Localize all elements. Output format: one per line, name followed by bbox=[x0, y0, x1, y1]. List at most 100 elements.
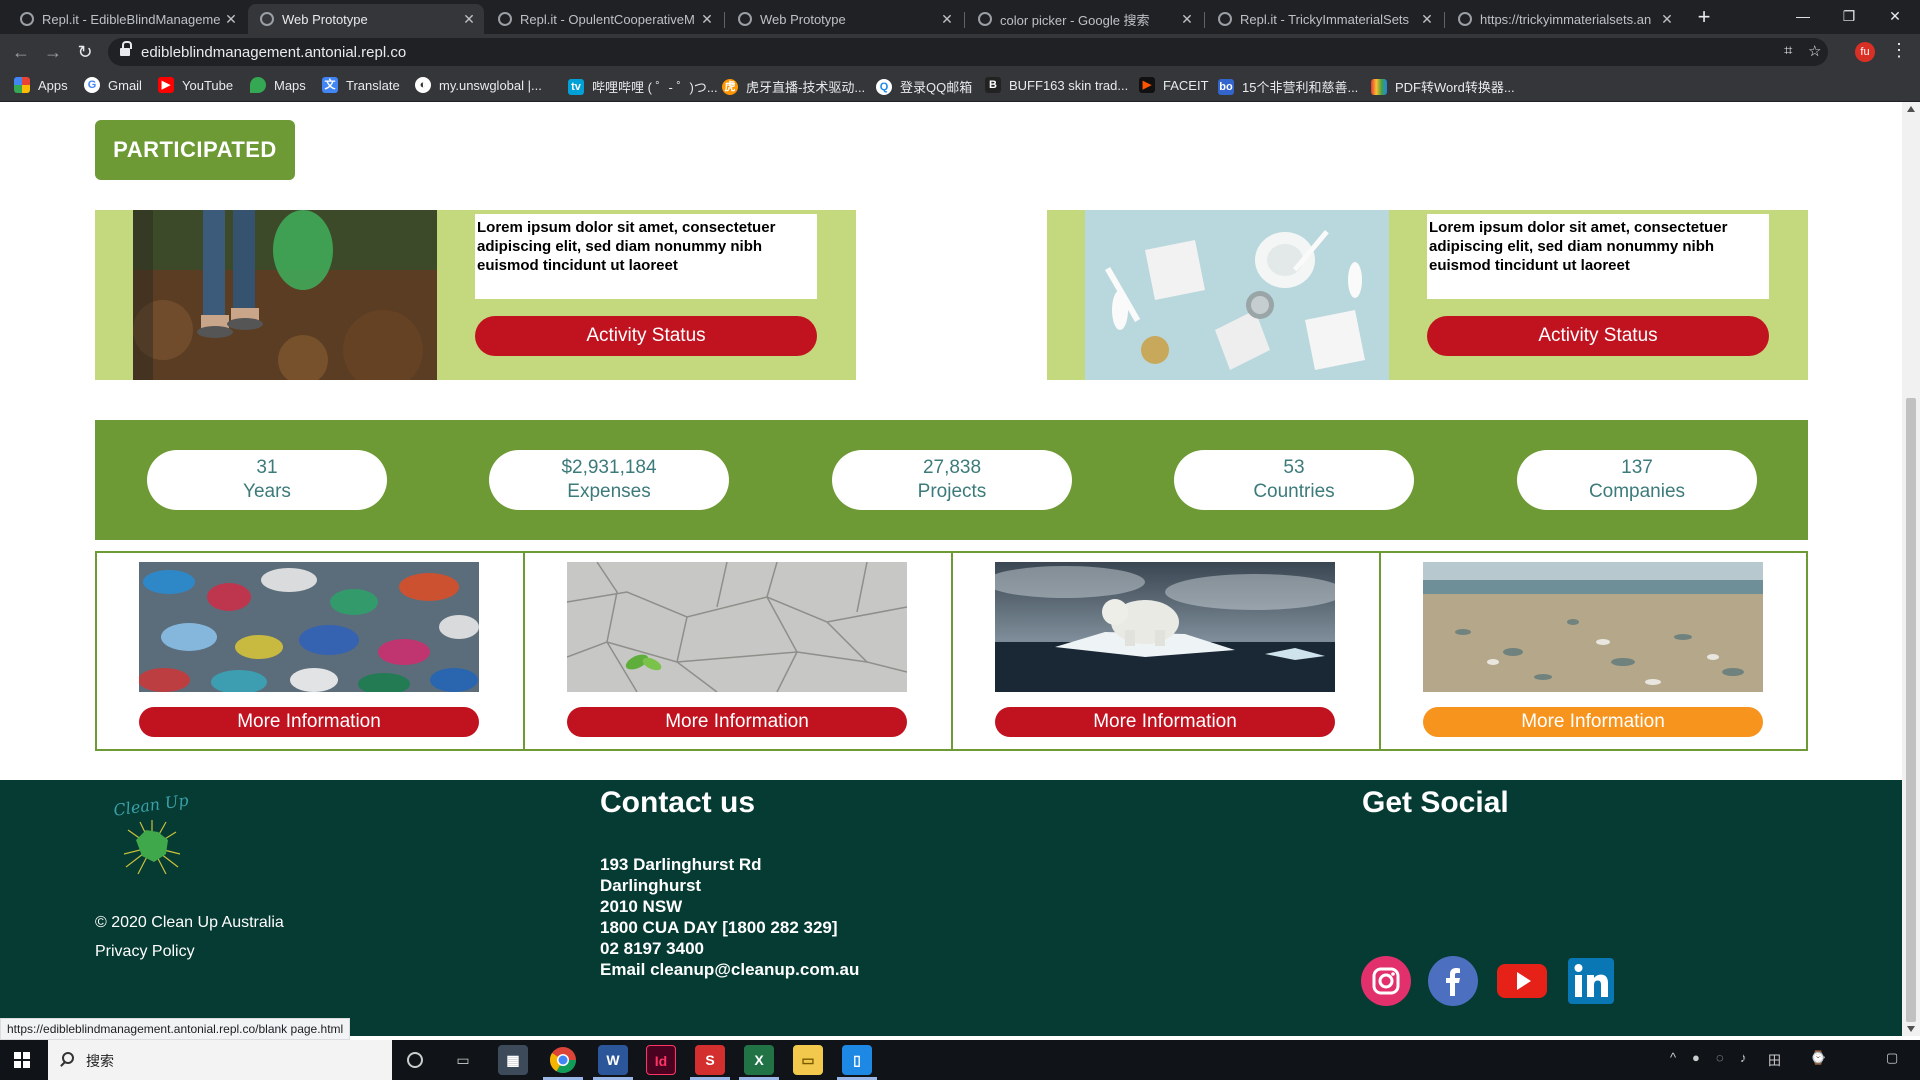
browser-tab[interactable]: Repl.it - OpulentCooperativeM ✕ bbox=[486, 4, 722, 34]
page-viewport: PARTICIPATED Lorem ipsum dolor sit amet,… bbox=[0, 102, 1902, 1036]
bookmark-bilibili[interactable]: tv 哔哩哔哩 ( ゜- ゜)つ... bbox=[568, 77, 718, 96]
browser-tab[interactable]: Repl.it - EdibleBlindManageme ✕ bbox=[8, 4, 246, 34]
notifications-icon[interactable]: ▢ bbox=[1886, 1050, 1898, 1066]
minimize-window-button[interactable]: — bbox=[1780, 2, 1826, 30]
stat-countries: 53 Countries bbox=[1174, 450, 1414, 510]
bookmark-maps[interactable]: Maps bbox=[250, 77, 306, 93]
close-tab-icon[interactable]: ✕ bbox=[1176, 11, 1198, 28]
stat-label: Countries bbox=[1253, 481, 1335, 502]
browser-tab-active[interactable]: Web Prototype ✕ bbox=[248, 4, 484, 34]
bookmark-qqmail[interactable]: Q 登录QQ邮箱 bbox=[876, 77, 972, 96]
browser-tab[interactable]: Repl.it - TrickyImmaterialSets ✕ bbox=[1206, 4, 1442, 34]
stat-expenses: $2,931,184 Expenses bbox=[489, 450, 729, 510]
youtube-icon: ▶ bbox=[158, 77, 174, 93]
excel-icon[interactable]: X bbox=[744, 1045, 774, 1075]
more-information-button[interactable]: More Information bbox=[567, 707, 907, 737]
tray-app-icon[interactable]: ● bbox=[1692, 1050, 1700, 1065]
close-tab-icon[interactable]: ✕ bbox=[696, 11, 718, 28]
bookmark-buff163[interactable]: B BUFF163 skin trad... bbox=[985, 77, 1128, 93]
stat-label: Companies bbox=[1588, 481, 1686, 502]
url-text[interactable]: edibleblindmanagement.antonial.repl.co bbox=[141, 44, 406, 61]
task-view-icon[interactable]: ▭ bbox=[448, 1045, 478, 1075]
browser-tab[interactable]: color picker - Google 搜索 ✕ bbox=[966, 4, 1202, 34]
globe-icon: ◐ bbox=[415, 77, 431, 93]
tray-overflow-icon[interactable]: ^ bbox=[1670, 1050, 1676, 1065]
indesign-icon[interactable]: Id bbox=[646, 1045, 676, 1075]
input-method-icon[interactable]: 田 bbox=[1768, 1050, 1781, 1069]
clean-up-logo[interactable]: Clean Up bbox=[106, 790, 206, 880]
close-tab-icon[interactable]: ✕ bbox=[1656, 11, 1678, 28]
profile-avatar[interactable]: fu bbox=[1855, 42, 1875, 62]
stats-band: 31 Years $2,931,184 Expenses 27,838 Proj… bbox=[95, 420, 1808, 540]
more-information-button[interactable]: More Information bbox=[139, 707, 479, 737]
address-bar[interactable]: edibleblindmanagement.antonial.repl.co ⌗… bbox=[108, 38, 1828, 66]
linkedin-icon[interactable] bbox=[1566, 956, 1616, 1006]
bookmark-gmail[interactable]: G Gmail bbox=[84, 77, 142, 93]
address-toolbar: ← → ↻ edibleblindmanagement.antonial.rep… bbox=[0, 34, 1920, 70]
taskbar-search-box[interactable]: 搜索 bbox=[48, 1040, 392, 1080]
wps-icon[interactable]: S bbox=[695, 1045, 725, 1075]
new-tab-button[interactable]: + bbox=[1692, 4, 1716, 30]
copyright-text: © 2020 Clean Up Australia bbox=[95, 914, 284, 931]
stat-value: $2,931,184 bbox=[561, 457, 657, 478]
plastic-bottles-photo bbox=[139, 562, 479, 692]
youtube-icon[interactable] bbox=[1497, 956, 1547, 1006]
chrome-icon[interactable] bbox=[548, 1045, 578, 1075]
page-scrollbar[interactable] bbox=[1902, 102, 1920, 1036]
close-tab-icon[interactable]: ✕ bbox=[458, 11, 480, 28]
restore-window-button[interactable]: ❐ bbox=[1826, 2, 1872, 30]
browser-menu-icon[interactable]: ⋮ bbox=[1890, 40, 1908, 61]
scrollbar-thumb[interactable] bbox=[1906, 398, 1916, 1022]
social-heading: Get Social bbox=[1362, 786, 1509, 819]
forward-button[interactable]: → bbox=[41, 40, 65, 64]
bookmark-pdf-to-word[interactable]: PDF转Word转换器... bbox=[1371, 77, 1515, 96]
google-icon: G bbox=[84, 77, 100, 93]
reload-button[interactable]: ↻ bbox=[73, 40, 97, 64]
bookmark-apps[interactable]: Apps bbox=[14, 77, 68, 93]
close-tab-icon[interactable]: ✕ bbox=[1416, 11, 1438, 28]
bookmark-translate[interactable]: 文 Translate bbox=[322, 77, 400, 93]
bookmark-huya[interactable]: 虎虎牙直播-技术驱动... bbox=[722, 77, 865, 96]
close-tab-icon[interactable]: ✕ bbox=[220, 11, 242, 28]
bookmark-youtube[interactable]: ▶ YouTube bbox=[158, 77, 233, 93]
stat-label: Projects bbox=[917, 481, 987, 502]
replit-favicon-icon bbox=[20, 12, 34, 26]
network-icon[interactable]: ◌ bbox=[1716, 1050, 1724, 1065]
close-window-button[interactable]: ✕ bbox=[1872, 2, 1918, 30]
polar-bear-ice-photo bbox=[995, 562, 1335, 692]
activity-status-button[interactable]: Activity Status bbox=[475, 316, 817, 356]
privacy-policy-link[interactable]: Privacy Policy bbox=[95, 943, 195, 961]
contact-street: 193 Darlinghurst Rd bbox=[600, 855, 762, 874]
more-information-button[interactable]: More Information bbox=[1423, 707, 1763, 737]
clock-icon[interactable]: ⌚ bbox=[1810, 1050, 1826, 1066]
scroll-up-arrow-icon[interactable] bbox=[1907, 106, 1915, 112]
back-button[interactable]: ← bbox=[9, 40, 33, 64]
plastic-items-photo bbox=[1085, 210, 1389, 380]
bookmark-nonprofit[interactable]: bo 15个非营利和慈善... bbox=[1218, 77, 1358, 96]
volume-icon[interactable]: ♪ bbox=[1740, 1050, 1747, 1065]
windows-start-icon[interactable] bbox=[14, 1052, 30, 1068]
bookmark-star-icon[interactable]: ☆ bbox=[1808, 42, 1821, 60]
link-status-bubble: https://edibleblindmanagement.antonial.r… bbox=[0, 1018, 351, 1040]
activity-status-button[interactable]: Activity Status bbox=[1427, 316, 1769, 356]
more-information-button[interactable]: More Information bbox=[995, 707, 1335, 737]
store-icon[interactable]: ▦ bbox=[498, 1045, 528, 1075]
scroll-down-arrow-icon[interactable] bbox=[1907, 1026, 1915, 1032]
stat-label: Years bbox=[243, 481, 291, 502]
bookmark-faceit[interactable]: ▶ FACEIT bbox=[1139, 77, 1209, 93]
browser-tab[interactable]: https://trickyimmaterialsets.an ✕ bbox=[1446, 4, 1682, 34]
app-icon[interactable]: ▯ bbox=[842, 1045, 872, 1075]
browser-tab[interactable]: Web Prototype ✕ bbox=[726, 4, 962, 34]
cortana-icon[interactable] bbox=[400, 1045, 430, 1075]
bookmarks-bar: Apps G Gmail ▶ YouTube Maps 文 Translate ◐ my… bbox=[0, 70, 1920, 102]
file-explorer-icon[interactable]: ▭ bbox=[793, 1045, 823, 1075]
bookmark-unswglobal[interactable]: ◐ my.unswglobal |... bbox=[415, 77, 542, 93]
stat-projects: 27,838 Projects bbox=[832, 450, 1072, 510]
instagram-icon[interactable] bbox=[1361, 956, 1411, 1006]
facebook-icon[interactable] bbox=[1428, 956, 1478, 1006]
close-tab-icon[interactable]: ✕ bbox=[936, 11, 958, 28]
word-icon[interactable]: W bbox=[598, 1045, 628, 1075]
cracked-earth-photo bbox=[567, 562, 907, 692]
activity-description: Lorem ipsum dolor sit amet, consectetuer… bbox=[475, 214, 817, 299]
translate-page-icon[interactable]: ⌗ bbox=[1784, 42, 1792, 59]
